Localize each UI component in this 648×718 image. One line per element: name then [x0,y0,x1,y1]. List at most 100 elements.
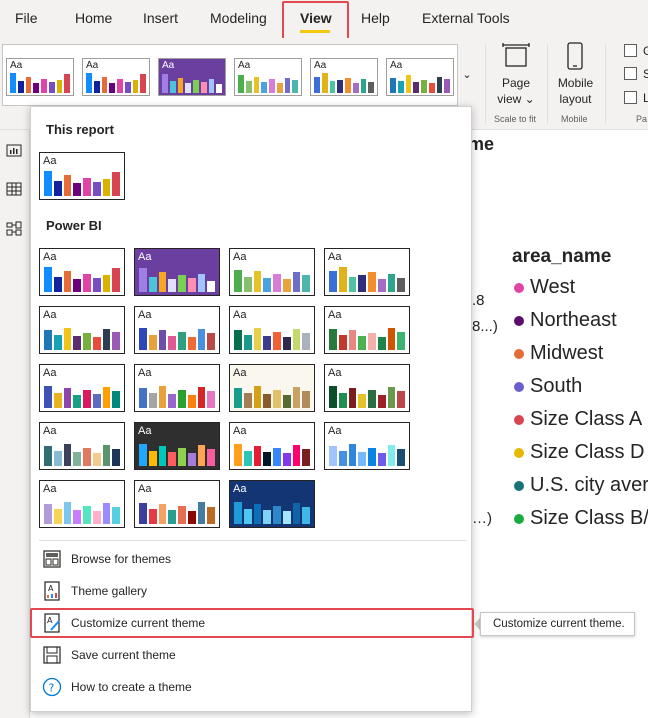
theme-sample-bar [329,80,336,93]
theme-sample-bar [207,280,215,292]
theme-sample-bar [53,450,62,466]
save-current-theme-item[interactable]: Save current theme [38,642,464,668]
theme-sample-bar [292,503,301,524]
legend-item[interactable]: Midwest [514,342,603,365]
theme-sample-bar [168,452,176,466]
theme-sample-bar [112,331,120,350]
power-bi-theme-thumbnail[interactable]: Aa [229,480,315,528]
legend-item[interactable]: South [514,375,582,398]
legend-item[interactable]: Size Class B/C [514,507,648,530]
theme-sample-bar [321,73,328,93]
power-bi-theme-thumbnail[interactable]: Aa [229,364,315,412]
tab-external-tools[interactable]: External Tools [422,10,510,26]
legend-item[interactable]: U.S. city avera [514,474,648,497]
theme-sample-bar [352,83,359,93]
power-bi-theme-thumbnail[interactable]: Aa [229,306,315,354]
report-view-icon[interactable] [6,142,22,158]
theme-sample-bar [253,271,262,292]
theme-sample-bar [405,75,412,93]
power-bi-theme-thumbnail[interactable]: Aa [324,248,410,296]
theme-strip-expand-button[interactable]: ⌄ [457,44,476,106]
theme-sample-bar [92,278,101,292]
legend-item[interactable]: Size Class D [514,441,644,464]
theme-sample-bar [292,445,301,466]
theme-sample-bar [358,452,366,466]
theme-sample-bar [263,394,271,408]
snap-checkbox[interactable] [624,67,637,80]
power-bi-theme-thumbnail[interactable]: Aa [134,306,220,354]
ribbon-theme-thumbnail[interactable]: Aa [234,58,302,96]
tab-help[interactable]: Help [361,10,390,26]
theme-sample-bar [139,268,147,292]
page-view-button[interactable]: Page view ⌄ [495,75,537,107]
power-bi-theme-thumbnail[interactable]: Aa [324,422,410,470]
this-report-theme[interactable]: Aa [39,152,125,200]
theme-sample-bar [197,501,206,524]
theme-sample-bar [93,80,100,93]
theme-sample-bar [197,273,206,292]
ribbon-theme-thumbnail[interactable]: Aa [6,58,74,96]
theme-sample-bar [33,83,39,93]
power-bi-theme-thumbnail[interactable]: Aa [39,422,125,470]
theme-sample-bar [92,511,101,524]
tab-home[interactable]: Home [75,10,112,26]
power-bi-theme-thumbnail[interactable]: Aa [134,248,220,296]
theme-sample-bar [243,334,252,350]
ribbon-theme-thumbnail[interactable]: Aa [82,58,150,96]
power-bi-theme-thumbnail[interactable]: Aa [229,248,315,296]
gridlines-label: G [643,44,648,58]
theme-sample-bar [292,387,301,408]
theme-sample-bar [168,510,176,524]
tab-modeling[interactable]: Modeling [210,10,267,26]
legend-dot-icon [514,480,524,491]
power-bi-theme-thumbnail[interactable]: Aa [229,422,315,470]
theme-sample-bar [234,501,242,524]
mobile-layout-button[interactable]: Mobile layout [553,75,598,107]
axis-fragment-3: …) [472,510,492,527]
theme-sample-bar [338,392,347,408]
theme-sample-bar [292,329,301,350]
theme-sample-bar [216,84,222,93]
theme-sample-bar [368,82,374,93]
theme-gallery-item[interactable]: A Theme gallery [38,578,464,604]
power-bi-theme-thumbnail[interactable]: Aa [39,480,125,528]
legend-item[interactable]: Size Class A [514,408,642,431]
theme-sample-bar [377,395,386,408]
model-view-icon[interactable] [6,221,22,237]
theme-sample-bar [44,266,52,292]
legend-item[interactable]: West [514,276,575,299]
power-bi-theme-thumbnail[interactable]: Aa [324,364,410,412]
ribbon-theme-thumbnail[interactable]: Aa [386,58,454,96]
theme-sample-bar [44,170,52,196]
legend-item[interactable]: Northeast [514,309,617,332]
theme-sample-bar [92,453,101,466]
browse-themes-item[interactable]: Browse for themes [38,546,464,572]
theme-sample-bar [207,507,215,524]
theme-sample-bar [53,180,62,196]
power-bi-theme-thumbnail[interactable]: Aa [39,248,125,296]
svg-text:?: ? [49,682,55,695]
legend-label: Midwest [530,342,604,364]
theme-sample-bar [368,333,376,350]
data-view-icon[interactable] [6,181,22,197]
theme-sample-bar [158,272,167,292]
power-bi-theme-thumbnail[interactable]: Aa [134,422,220,470]
theme-sample-text: Aa [86,60,99,71]
theme-sample-bar [139,327,147,350]
power-bi-theme-thumbnail[interactable]: Aa [39,306,125,354]
lock-checkbox[interactable] [624,91,637,104]
theme-sample-bar [44,385,52,408]
theme-sample-text: Aa [10,60,23,71]
tab-insert[interactable]: Insert [143,10,178,26]
how-to-create-theme-item[interactable]: ? How to create a theme [38,674,464,700]
gridlines-checkbox[interactable] [624,44,637,57]
menu-divider [39,540,467,541]
power-bi-theme-thumbnail[interactable]: Aa [134,364,220,412]
ribbon-theme-thumbnail[interactable]: Aa [158,58,226,96]
power-bi-theme-thumbnail[interactable]: Aa [324,306,410,354]
ribbon-theme-thumbnail[interactable]: Aa [310,58,378,96]
power-bi-theme-thumbnail[interactable]: Aa [134,480,220,528]
theme-sample-bar [338,450,347,466]
tab-file[interactable]: File [15,10,38,26]
power-bi-theme-thumbnail[interactable]: Aa [39,364,125,412]
